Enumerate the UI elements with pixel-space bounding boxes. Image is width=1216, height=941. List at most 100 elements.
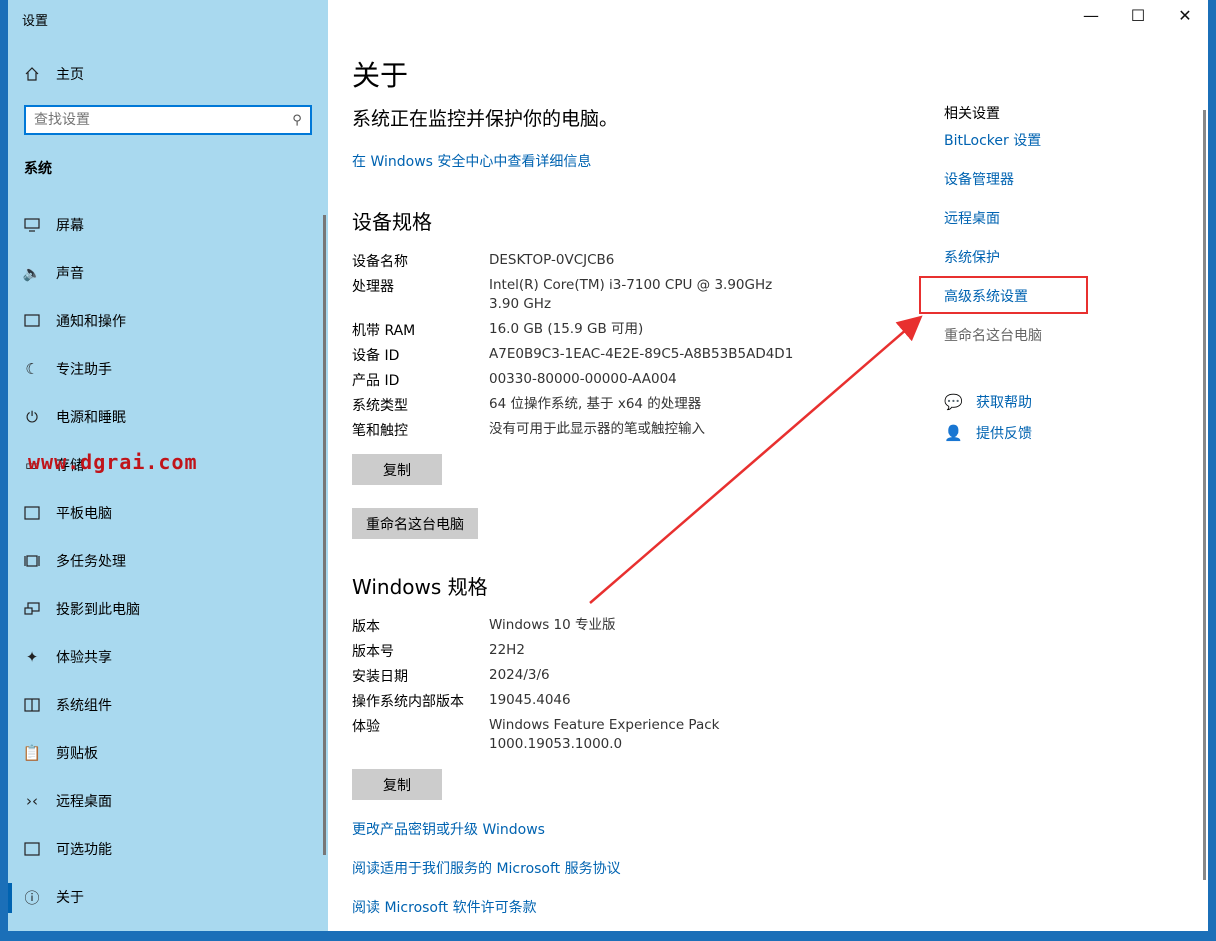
sidebar-item-display[interactable]: 屏幕: [8, 205, 318, 245]
sidebar-item-power[interactable]: ⏻ 电源和睡眠: [8, 397, 318, 437]
sidebar-item-label: 主页: [56, 67, 84, 83]
main-scrollbar[interactable]: [1203, 110, 1206, 880]
window-title: 设置: [22, 14, 49, 29]
bitlocker-link[interactable]: BitLocker 设置: [944, 130, 1041, 150]
spec-label: 设备名称: [352, 254, 408, 270]
spec-label: 安装日期: [352, 669, 408, 685]
info-icon: ⓘ: [24, 888, 40, 907]
sidebar-item-multitasking[interactable]: 多任务处理: [8, 541, 318, 581]
sidebar-item-label: 投影到此电脑: [56, 602, 140, 618]
system-protection-link[interactable]: 系统保护: [944, 247, 1000, 267]
copy-windows-specs-button[interactable]: 复制: [352, 769, 442, 800]
security-center-link[interactable]: 在 Windows 安全中心中查看详细信息: [352, 151, 591, 171]
spec-value: 19045.4046: [489, 692, 571, 708]
sidebar-item-label: 电源和睡眠: [56, 410, 126, 426]
search-box[interactable]: ⚲: [24, 105, 312, 135]
active-indicator: [8, 883, 12, 913]
sidebar-item-label: 剪贴板: [56, 746, 98, 762]
spec-value: 22H2: [489, 642, 525, 658]
spec-value: Windows 10 专业版: [489, 617, 616, 633]
sidebar-item-system-components[interactable]: 系统组件: [8, 685, 318, 725]
spec-value: A7E0B9C3-1EAC-4E2E-89C5-A8B53B5AD4D1: [489, 346, 794, 362]
help-chat-icon: 💬: [944, 393, 963, 411]
remote-desktop-link[interactable]: 远程桌面: [944, 208, 1000, 228]
close-button[interactable]: ✕: [1162, 6, 1208, 30]
change-product-key-link[interactable]: 更改产品密钥或升级 Windows: [352, 819, 545, 839]
device-specs-heading: 设备规格: [352, 210, 432, 234]
moon-icon: ☾: [25, 360, 39, 378]
share-icon: ✦: [25, 648, 39, 666]
settings-window: 设置 主页 ⚲ 系统 屏幕 🔈 声音 通知和操作 ☾ 专注助手: [8, 0, 1208, 931]
sidebar: 设置 主页 ⚲ 系统 屏幕 🔈 声音 通知和操作 ☾ 专注助手: [8, 0, 328, 931]
sidebar-item-label: 通知和操作: [56, 314, 126, 330]
spec-label: 机带 RAM: [352, 323, 416, 339]
monitor-icon: [8, 218, 56, 232]
page-title: 关于: [352, 59, 409, 92]
components-icon: [8, 698, 56, 712]
project-icon: [8, 602, 56, 616]
sidebar-item-home[interactable]: 主页: [8, 54, 318, 94]
related-settings-heading: 相关设置: [944, 106, 1000, 122]
spec-label: 版本: [352, 619, 380, 635]
spec-value: 00330-80000-00000-AA004: [489, 371, 677, 387]
home-icon: [8, 66, 56, 82]
watermark: www.dgrai.com: [28, 450, 198, 474]
sidebar-item-remote-desktop[interactable]: ›‹ 远程桌面: [8, 781, 318, 821]
sidebar-item-notifications[interactable]: 通知和操作: [8, 301, 318, 341]
services-agreement-link[interactable]: 阅读适用于我们服务的 Microsoft 服务协议: [352, 858, 621, 878]
sidebar-item-clipboard[interactable]: 📋 剪贴板: [8, 733, 318, 773]
spec-value: DESKTOP-0VCJCB6: [489, 252, 615, 268]
copy-device-specs-button[interactable]: 复制: [352, 454, 442, 485]
minimize-button[interactable]: —: [1068, 6, 1114, 30]
search-icon[interactable]: ⚲: [284, 113, 310, 128]
sidebar-item-label: 远程桌面: [56, 794, 112, 810]
spec-value: 16.0 GB (15.9 GB 可用): [489, 321, 644, 337]
sidebar-item-focus-assist[interactable]: ☾ 专注助手: [8, 349, 318, 389]
highlight-box: [919, 276, 1088, 314]
sidebar-item-project[interactable]: 投影到此电脑: [8, 589, 318, 629]
clipboard-icon: 📋: [22, 744, 42, 762]
search-input[interactable]: [26, 111, 284, 129]
sidebar-item-label: 可选功能: [56, 842, 112, 858]
sidebar-item-shared-experiences[interactable]: ✦ 体验共享: [8, 637, 318, 677]
license-terms-link[interactable]: 阅读 Microsoft 软件许可条款: [352, 897, 537, 917]
sidebar-item-sound[interactable]: 🔈 声音: [8, 253, 318, 293]
spec-label: 处理器: [352, 279, 394, 295]
security-status: 系统正在监控并保护你的电脑。: [352, 108, 619, 130]
feedback-icon: 👤: [944, 424, 963, 442]
windows-specs-heading: Windows 规格: [352, 575, 488, 599]
spec-label: 产品 ID: [352, 373, 400, 389]
spec-label: 系统类型: [352, 398, 408, 414]
spec-value: 没有可用于此显示器的笔或触控输入: [489, 421, 705, 437]
maximize-button[interactable]: ☐: [1115, 6, 1161, 30]
spec-value: Windows Feature Experience Pack 1000.190…: [489, 717, 720, 752]
feedback-link[interactable]: 提供反馈: [976, 423, 1032, 443]
sidebar-item-label: 屏幕: [56, 218, 84, 234]
spec-label: 版本号: [352, 644, 394, 660]
power-icon: ⏻: [26, 408, 38, 426]
sidebar-item-label: 平板电脑: [56, 506, 112, 522]
sidebar-section-label: 系统: [24, 161, 52, 177]
rename-pc-text: 重命名这台电脑: [944, 328, 1042, 344]
speaker-icon: 🔈: [22, 264, 42, 282]
sidebar-item-label: 体验共享: [56, 650, 112, 666]
sidebar-item-tablet[interactable]: 平板电脑: [8, 493, 318, 533]
spec-label: 体验: [352, 719, 380, 735]
sidebar-scrollbar[interactable]: [323, 215, 326, 855]
multitask-icon: [8, 554, 56, 568]
get-help-row[interactable]: 💬 获取帮助: [944, 392, 1032, 412]
sidebar-item-label: 系统组件: [56, 698, 112, 714]
rename-pc-button[interactable]: 重命名这台电脑: [352, 508, 478, 539]
sidebar-item-about[interactable]: ⓘ 关于: [8, 877, 318, 917]
device-manager-link[interactable]: 设备管理器: [944, 169, 1014, 189]
spec-value: Intel(R) Core(TM) i3-7100 CPU @ 3.90GHz …: [489, 277, 773, 312]
notification-icon: [8, 314, 56, 328]
sidebar-item-label: 声音: [56, 266, 84, 282]
get-help-link[interactable]: 获取帮助: [976, 392, 1032, 412]
spec-value: 64 位操作系统, 基于 x64 的处理器: [489, 396, 702, 412]
spec-label: 操作系统内部版本: [352, 694, 464, 710]
spec-value: 2024/3/6: [489, 667, 550, 683]
sidebar-item-optional-features[interactable]: 可选功能: [8, 829, 318, 869]
remote-icon: ›‹: [26, 792, 38, 810]
feedback-row[interactable]: 👤 提供反馈: [944, 423, 1032, 443]
